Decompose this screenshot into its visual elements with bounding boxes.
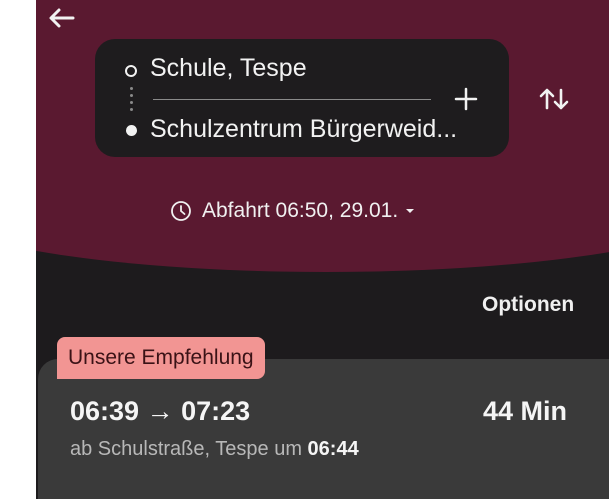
connector-dot (130, 87, 133, 90)
clock-icon (171, 201, 191, 221)
origin-marker-icon (125, 65, 137, 77)
window-edge (0, 0, 36, 499)
caret-down-icon (406, 209, 415, 213)
back-button[interactable] (46, 4, 78, 32)
departure-stop-info: ab Schulstraße, Tespe um 06:44 (70, 438, 359, 461)
departure-time-selector[interactable]: Abfahrt 06:50, 29.01. (170, 196, 415, 226)
connector-dot (130, 101, 133, 104)
arrow-left-icon (49, 8, 75, 28)
swap-route-button[interactable] (536, 83, 572, 115)
stop-departure-time: 06:44 (307, 438, 359, 460)
connector-dot (130, 94, 133, 97)
add-stopover-button[interactable] (451, 84, 481, 114)
departure-time-label: Abfahrt 06:50, 29.01. (202, 199, 399, 222)
departure-time: 06:39 (70, 396, 140, 426)
connector-dot (130, 108, 133, 111)
recommendation-badge: Unsere Empfehlung (57, 337, 265, 379)
plus-icon (454, 87, 478, 111)
arrival-time: 07:23 (181, 396, 251, 426)
destination-marker-icon (126, 125, 137, 136)
route-divider (153, 99, 431, 100)
options-button[interactable]: Optionen (482, 293, 574, 317)
trip-planner-app: Schule, Tespe Schulzentrum Bürgerweid... (36, 0, 609, 499)
destination-field[interactable]: Schulzentrum Bürgerweid... (150, 115, 457, 144)
departure-stop-text: ab Schulstraße, Tespe um (70, 438, 302, 460)
swap-vertical-icon (539, 88, 569, 110)
route-input-box: Schule, Tespe Schulzentrum Bürgerweid... (95, 39, 509, 157)
screen: Schule, Tespe Schulzentrum Bürgerweid... (0, 0, 609, 499)
trip-duration: 44 Min (483, 396, 568, 426)
arrow-right-icon: → (146, 396, 174, 426)
connection-times: 06:39 → 07:23 (70, 396, 250, 427)
origin-field[interactable]: Schule, Tespe (150, 54, 307, 83)
connection-card[interactable] (38, 359, 609, 499)
